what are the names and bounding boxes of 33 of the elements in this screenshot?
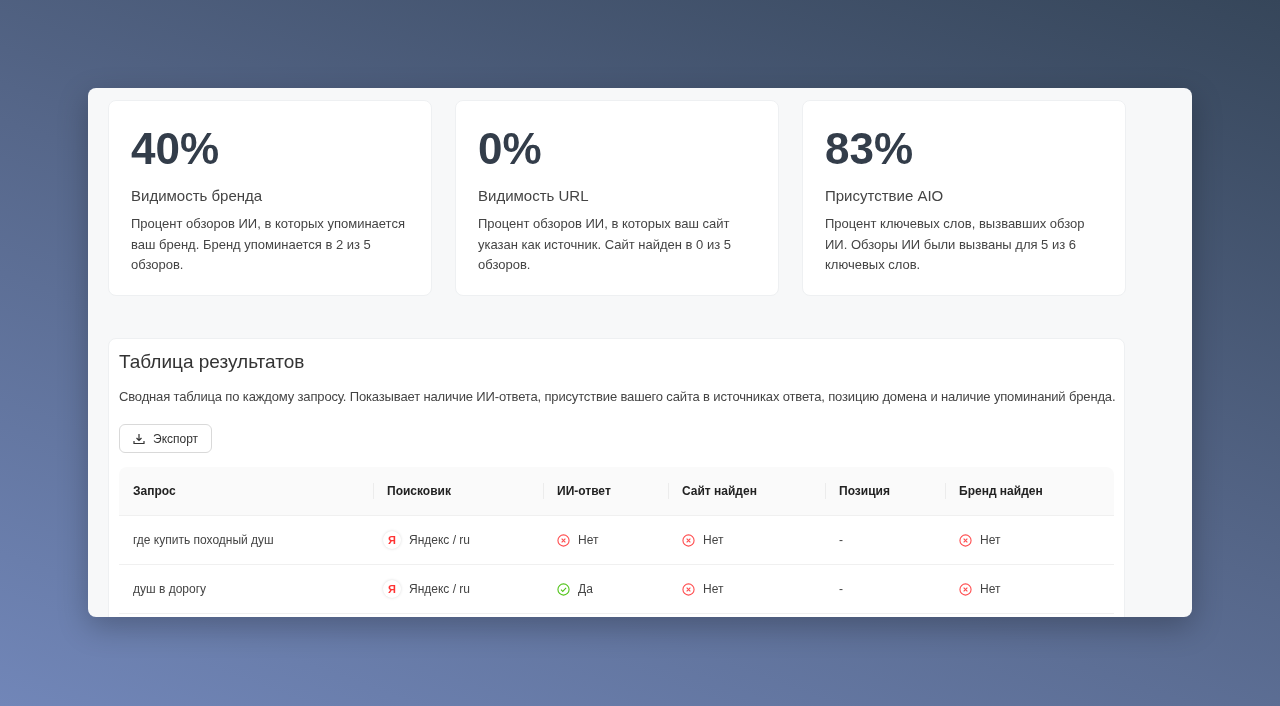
- metric-description: Процент обзоров ИИ, в которых ваш сайт указан как источник. Сайт найден в 0 из 5 обзоров.: [478, 215, 732, 275]
- metric-label: Присутствие AIO: [825, 187, 945, 205]
- section-title: Таблица результатов: [119, 351, 306, 373]
- table-cell: душ в дорогу: [119, 565, 373, 614]
- metric-description: Процент обзоров ИИ, в которых упоминается ваш бренд. Бренд упоминается в 2 из 5 обзоров.: [131, 215, 406, 275]
- table-cell: -: [825, 516, 945, 565]
- search-engine-logo: Я: [383, 531, 401, 549]
- metric-value: 0%: [478, 125, 543, 174]
- search-engine-text: Яндекс / ru: [409, 533, 471, 547]
- column-header: Бренд найден: [945, 467, 1114, 516]
- column-header: Позиция: [825, 467, 945, 516]
- column-header: Запрос: [119, 467, 373, 516]
- column-header: ИИ-ответ: [543, 467, 668, 516]
- table-cell: -: [825, 565, 945, 614]
- metric-value: 83%: [825, 125, 915, 174]
- metric-label: Видимость URL: [478, 187, 590, 205]
- status-text: Нет: [703, 533, 724, 547]
- export-button[interactable]: Экспорт: [119, 424, 213, 453]
- download-icon: [133, 432, 145, 445]
- status-text: Да: [578, 582, 593, 596]
- table-cell: где купить походный душ: [119, 516, 373, 565]
- search-engine-text: Яндекс / ru: [409, 582, 471, 596]
- column-header: Поисковик: [373, 467, 543, 516]
- status-text: Нет: [980, 582, 1001, 596]
- metric-label: Видимость бренда: [131, 187, 264, 205]
- status-text: Нет: [980, 533, 1001, 547]
- metric-value: 40%: [131, 125, 221, 174]
- status-text: Нет: [703, 582, 724, 596]
- metric-description: Процент ключевых слов, вызвавших обзор ИИ. Обзоры ИИ были вызваны для 5 из 6 ключевых слов.: [825, 215, 1086, 275]
- section-description: Сводная таблица по каждому запросу. Показывает наличие ИИ-ответа, присутствие вашего сайта в источниках ответа, позицию домена и наличие упоминаний бренда.: [119, 389, 1114, 404]
- status-text: Нет: [578, 533, 599, 547]
- column-header: Сайт найден: [668, 467, 825, 516]
- search-engine-logo: Я: [383, 580, 401, 598]
